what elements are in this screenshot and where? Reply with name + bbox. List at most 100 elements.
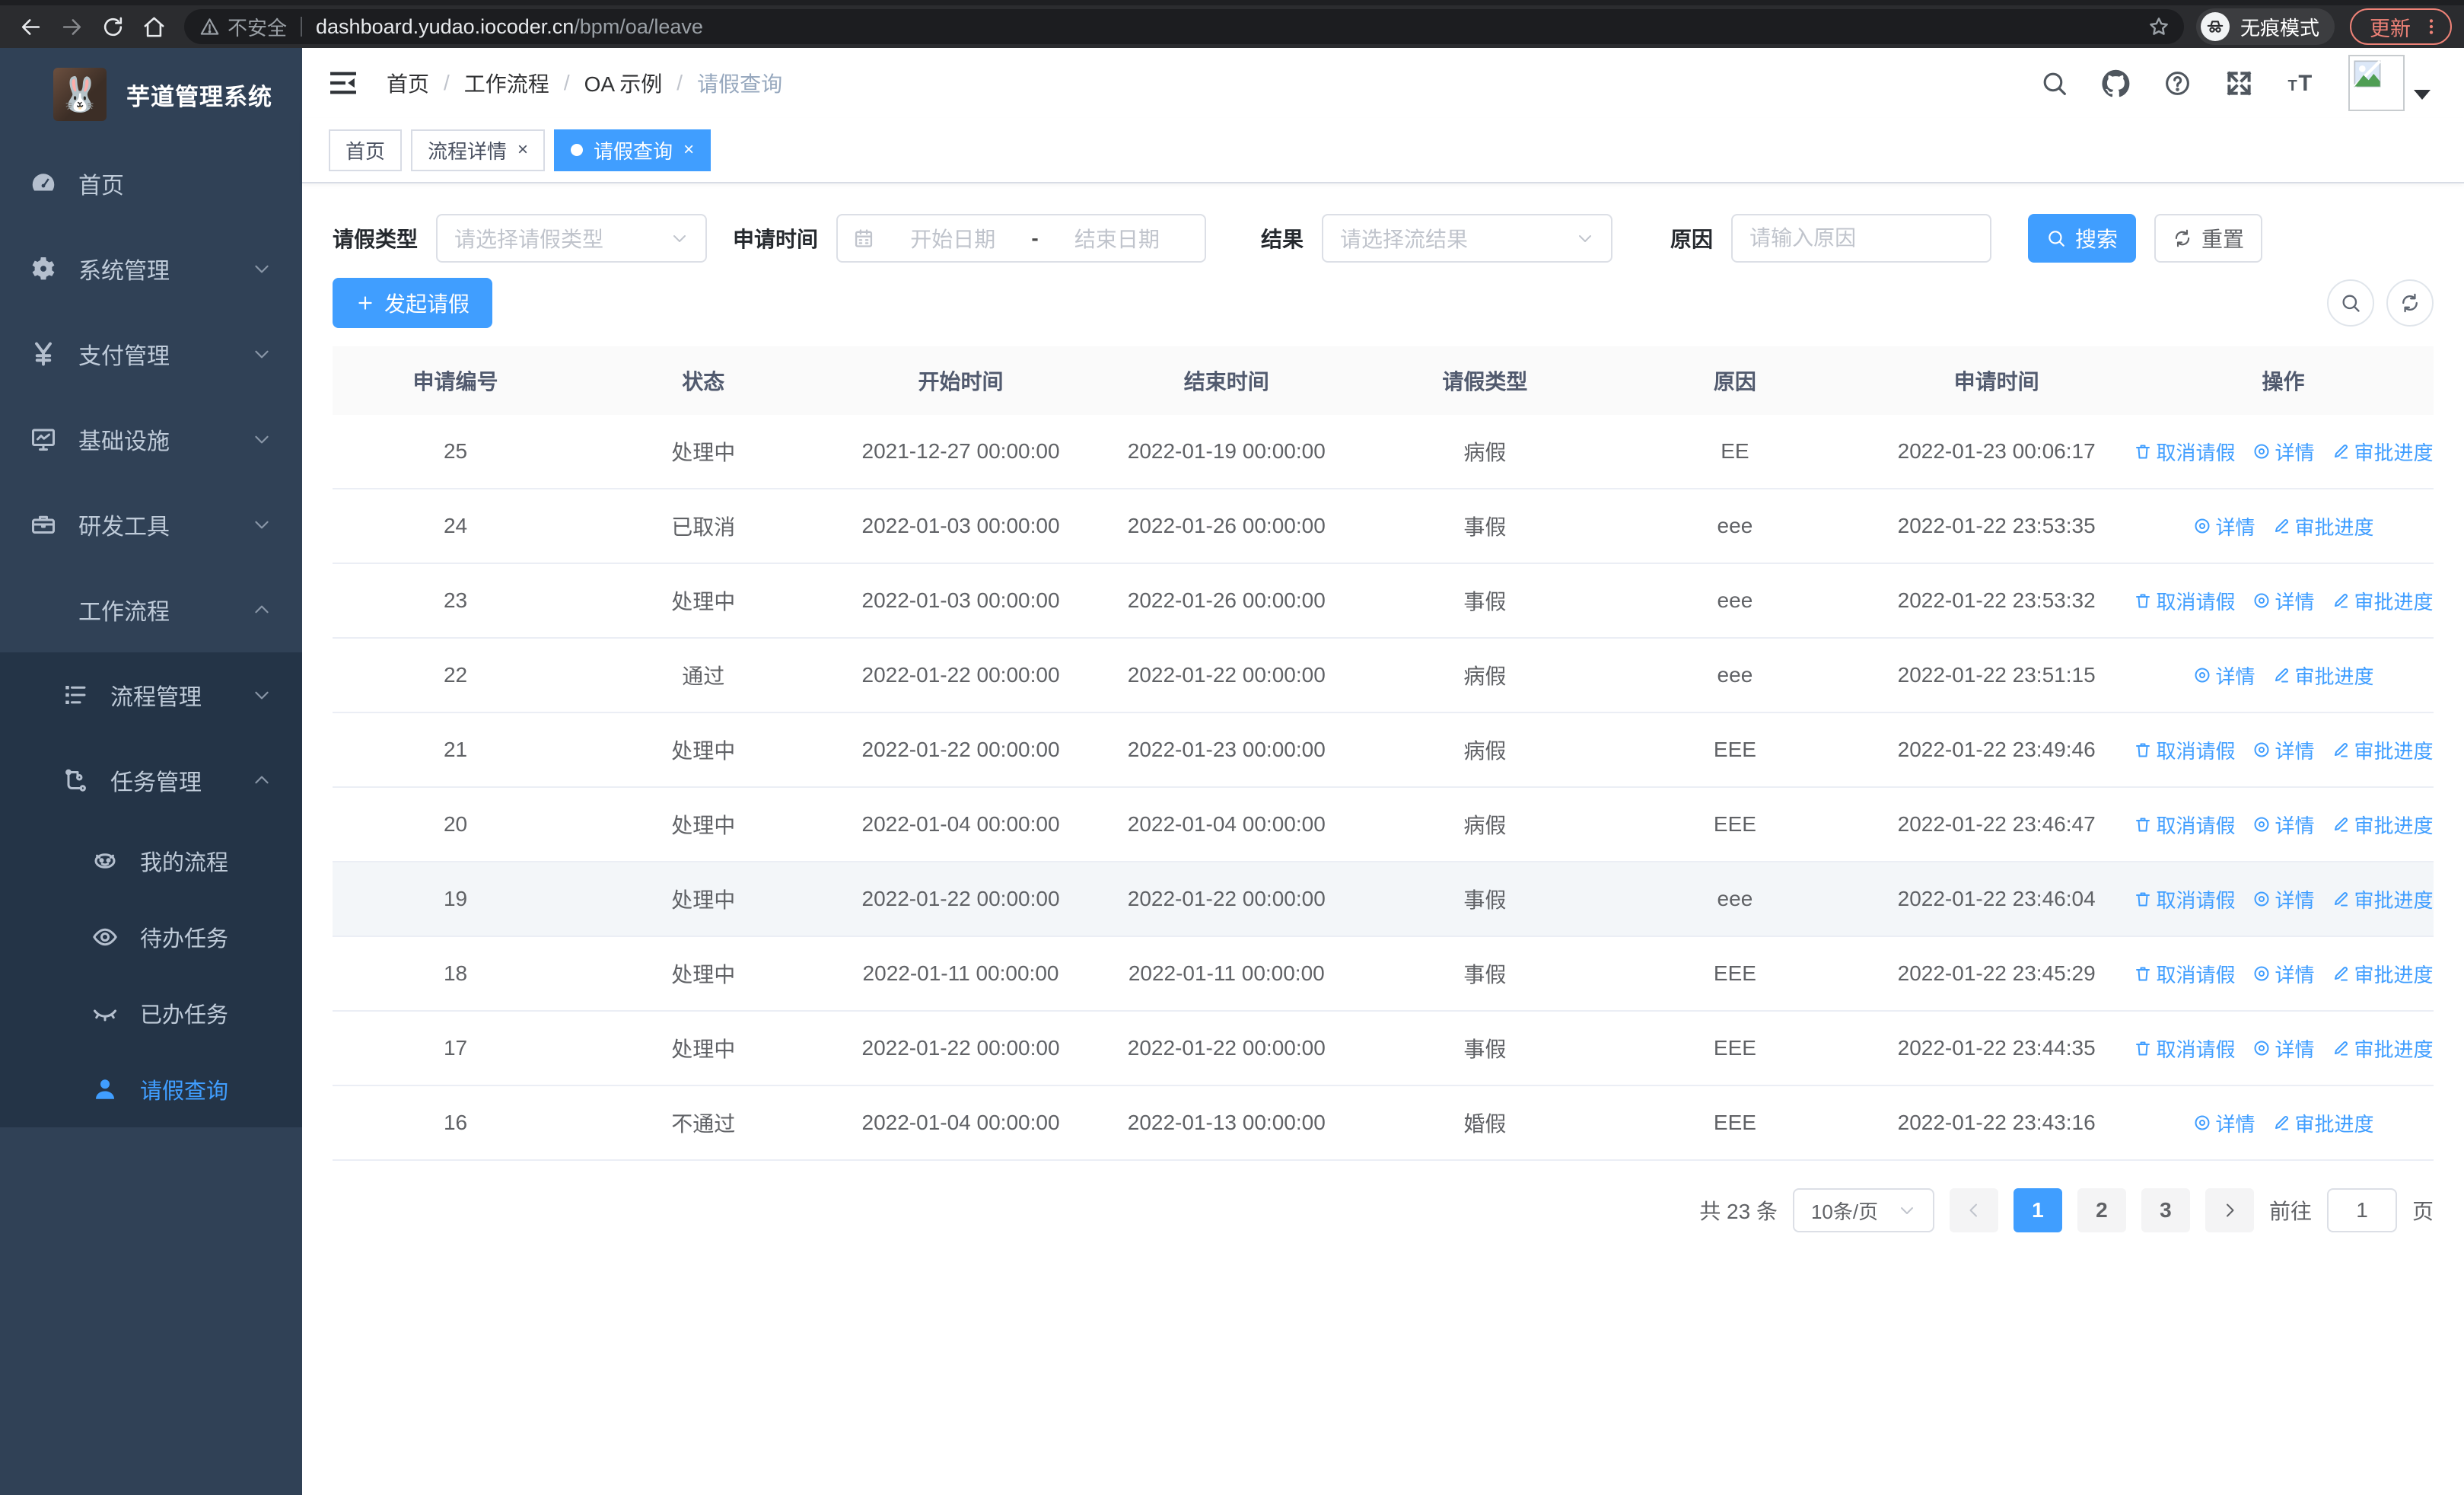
bookmark-star-icon[interactable] xyxy=(2147,15,2170,38)
view-icon xyxy=(2252,591,2271,610)
search-icon[interactable] xyxy=(2040,69,2068,97)
action-detail-link[interactable]: 详情 xyxy=(2252,811,2315,839)
browser-update-button[interactable]: 更新 xyxy=(2350,8,2452,45)
fullscreen-icon[interactable] xyxy=(2225,69,2253,97)
tab-流程详情[interactable]: 流程详情 × xyxy=(411,129,546,171)
sidebar-item-研发工具[interactable]: 研发工具 xyxy=(0,482,302,567)
view-icon xyxy=(2252,815,2271,834)
action-progress-link[interactable]: 审批进度 xyxy=(2332,438,2434,466)
column-header-开始时间: 开始时间 xyxy=(918,370,1004,394)
action-detail-link[interactable]: 详情 xyxy=(2252,587,2315,615)
cell-actions: 详情 审批进度 xyxy=(2133,1109,2434,1137)
user-avatar-menu[interactable] xyxy=(2348,55,2431,111)
chevron-down-icon xyxy=(252,515,272,534)
sidebar-logo[interactable]: 🐰 芋道管理系统 xyxy=(0,48,302,141)
cell-end: 2022-01-22 00:00:00 xyxy=(1127,1036,1326,1060)
cell-start: 2022-01-22 00:00:00 xyxy=(861,887,1060,910)
goto-page-input[interactable] xyxy=(2326,1188,2397,1232)
browser-forward-button[interactable] xyxy=(53,9,90,44)
reset-button[interactable]: 重置 xyxy=(2154,214,2263,263)
cell-actions: 取消请假 详情 审批进度 xyxy=(2133,885,2434,913)
breadcrumb-item[interactable]: 首页 xyxy=(387,68,429,98)
page-button-1[interactable]: 1 xyxy=(2013,1188,2062,1232)
toggle-search-button[interactable] xyxy=(2327,279,2374,327)
menu-dots-icon[interactable] xyxy=(2421,17,2441,37)
search-icon xyxy=(2046,228,2066,248)
sidebar-item-请假查询[interactable]: 请假查询 xyxy=(0,1051,302,1127)
action-detail-link[interactable]: 详情 xyxy=(2193,661,2255,690)
sidebar-item-首页[interactable]: 首页 xyxy=(0,141,302,226)
sidebar-item-工作流程[interactable]: 工作流程 xyxy=(0,567,302,652)
action-detail-link[interactable]: 详情 xyxy=(2252,1034,2315,1063)
sidebar-item-流程管理[interactable]: 流程管理 xyxy=(0,652,302,738)
breadcrumb-item[interactable]: 工作流程 xyxy=(464,68,549,98)
refresh-table-button[interactable] xyxy=(2386,279,2434,327)
sidebar-item-已办任务[interactable]: 已办任务 xyxy=(0,975,302,1051)
column-header-申请编号: 申请编号 xyxy=(412,370,498,394)
action-progress-link[interactable]: 审批进度 xyxy=(2272,1109,2374,1137)
cell-type: 病假 xyxy=(1463,814,1507,837)
action-detail-link[interactable]: 详情 xyxy=(2193,512,2255,540)
sidebar-item-支付管理[interactable]: 支付管理 xyxy=(0,311,302,397)
close-icon[interactable]: × xyxy=(683,141,694,159)
action-cancel-link[interactable]: 取消请假 xyxy=(2134,736,2236,764)
action-detail-link[interactable]: 详情 xyxy=(2252,438,2315,466)
action-progress-link[interactable]: 审批进度 xyxy=(2332,960,2434,988)
apply-time-range-picker[interactable]: 开始日期 - 结束日期 xyxy=(836,214,1207,263)
action-detail-link[interactable]: 详情 xyxy=(2252,960,2315,988)
page-button-2[interactable]: 2 xyxy=(2077,1188,2126,1232)
action-progress-link[interactable]: 审批进度 xyxy=(2272,661,2374,690)
leave-type-select[interactable]: 请选择请假类型 xyxy=(436,214,708,263)
arrow-left-icon xyxy=(19,15,43,39)
calendar-icon xyxy=(853,228,874,249)
action-cancel-link[interactable]: 取消请假 xyxy=(2134,811,2236,839)
avatar[interactable] xyxy=(2348,55,2405,111)
action-cancel-link[interactable]: 取消请假 xyxy=(2134,960,2236,988)
action-progress-link[interactable]: 审批进度 xyxy=(2332,885,2434,913)
browser-reload-button[interactable] xyxy=(94,9,131,44)
browser-back-button[interactable] xyxy=(12,9,49,44)
close-icon[interactable]: × xyxy=(517,141,528,159)
page-size-select[interactable]: 10条/页 xyxy=(1792,1188,1934,1232)
cell-id: 18 xyxy=(443,961,468,985)
action-cancel-link[interactable]: 取消请假 xyxy=(2134,885,2236,913)
sidebar-item-基础设施[interactable]: 基础设施 xyxy=(0,397,302,482)
font-size-icon[interactable]: TT xyxy=(2287,69,2315,97)
action-progress-link[interactable]: 审批进度 xyxy=(2332,736,2434,764)
action-detail-link[interactable]: 详情 xyxy=(2252,736,2315,764)
sidebar-collapse-icon[interactable] xyxy=(327,67,359,99)
browser-home-button[interactable] xyxy=(135,9,172,44)
result-select[interactable]: 请选择流结果 xyxy=(1322,214,1613,263)
create-leave-button[interactable]: 发起请假 xyxy=(333,278,493,328)
breadcrumb-item[interactable]: OA 示例 xyxy=(584,68,663,98)
sidebar-item-我的流程[interactable]: 我的流程 xyxy=(0,823,302,899)
plus-icon xyxy=(355,293,375,313)
page-button-3[interactable]: 3 xyxy=(2141,1188,2190,1232)
next-page-button[interactable] xyxy=(2205,1188,2254,1232)
reason-input[interactable] xyxy=(1749,226,1974,250)
sidebar-item-待办任务[interactable]: 待办任务 xyxy=(0,899,302,975)
action-cancel-link[interactable]: 取消请假 xyxy=(2134,587,2236,615)
action-progress-link[interactable]: 审批进度 xyxy=(2332,811,2434,839)
cell-end: 2022-01-26 00:00:00 xyxy=(1127,514,1326,537)
home-icon xyxy=(142,15,166,39)
search-button[interactable]: 搜索 xyxy=(2028,214,2137,263)
help-icon[interactable] xyxy=(2163,69,2192,97)
action-progress-link[interactable]: 审批进度 xyxy=(2332,587,2434,615)
action-cancel-link[interactable]: 取消请假 xyxy=(2134,1034,2236,1063)
tab-首页[interactable]: 首页 xyxy=(329,129,403,171)
sidebar-item-任务管理[interactable]: 任务管理 xyxy=(0,738,302,823)
sidebar-item-系统管理[interactable]: 系统管理 xyxy=(0,226,302,311)
action-cancel-link[interactable]: 取消请假 xyxy=(2134,438,2236,466)
action-detail-link[interactable]: 详情 xyxy=(2193,1109,2255,1137)
github-icon[interactable] xyxy=(2102,69,2130,97)
prev-page-button[interactable] xyxy=(1949,1188,1998,1232)
action-progress-link[interactable]: 审批进度 xyxy=(2332,1034,2434,1063)
action-label: 审批进度 xyxy=(2294,515,2374,539)
sidebar-item-label: 任务管理 xyxy=(110,770,202,795)
action-progress-link[interactable]: 审批进度 xyxy=(2272,512,2374,540)
tab-请假查询[interactable]: 请假查询 × xyxy=(554,129,712,171)
address-bar[interactable]: 不安全 dashboard.yudao.iocoder.cn /bpm/oa/l… xyxy=(184,9,2184,44)
cell-reason: EEE xyxy=(1713,738,1756,761)
action-detail-link[interactable]: 详情 xyxy=(2252,885,2315,913)
